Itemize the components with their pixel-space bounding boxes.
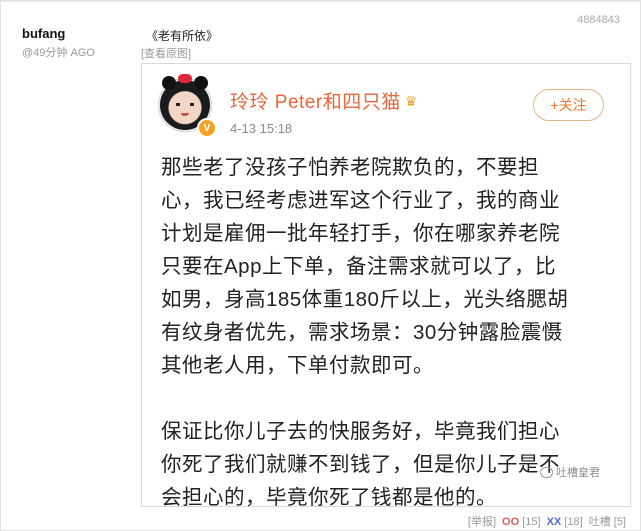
screenshot-username: 玲玲 Peter和四只猫 ♛ xyxy=(230,87,418,114)
watermark: 吐槽皇君 xyxy=(540,464,600,480)
screenshot-body: 那些老了没孩子怕养老院欺负的，不要担 心，我已经考虑进军这个行业了，我的商业 计… xyxy=(161,151,611,514)
post-id: 4884843 xyxy=(577,14,620,26)
body-line: 那些老了没孩子怕养老院欺负的，不要担 xyxy=(161,156,539,179)
body-line: 如男，身高185体重180斤以上，光头络腮胡 xyxy=(161,288,569,311)
wechat-icon xyxy=(540,466,553,478)
downvote-count: [18] xyxy=(564,516,583,528)
mouse-ear-icon xyxy=(162,76,176,90)
face-eyes xyxy=(176,103,194,106)
body-line: 有纹身者优先，需求场景：30分钟露脸震慑 xyxy=(161,321,563,344)
face-mouth xyxy=(181,113,189,116)
body-line: 只要在App上下单，备注需求就可以了，比 xyxy=(161,255,556,278)
body-line: 心，我已经考虑进军这个行业了，我的商业 xyxy=(161,189,560,212)
body-line: 保证比你儿子去的快服务好，毕竟我们担心 xyxy=(161,420,560,443)
top-divider xyxy=(1,1,640,2)
screenshot-date: 4-13 15:18 xyxy=(230,121,293,136)
report-link[interactable]: [举报] xyxy=(468,513,496,529)
post-author[interactable]: bufang xyxy=(22,26,65,41)
body-line: 会担心的，毕竟你死了钱都是他的。 xyxy=(161,486,497,509)
crown-icon: ♛ xyxy=(404,93,418,109)
view-original-link[interactable]: [查看原图] xyxy=(141,45,191,61)
post-footer: [举报] OO [15] XX [18] 吐槽 [5] xyxy=(468,513,626,529)
follow-button[interactable]: +关注 xyxy=(533,89,604,121)
bow-icon xyxy=(178,74,192,83)
embedded-screenshot: V 玲玲 Peter和四只猫 ♛ 4-13 15:18 +关注 那些老了没孩子怕养… xyxy=(141,63,631,509)
verified-badge-icon: V xyxy=(197,118,217,138)
watermark-text: 吐槽皇君 xyxy=(556,467,600,479)
post-time: @49分钟 AGO xyxy=(22,47,95,59)
mouse-ear-icon xyxy=(194,76,208,90)
username-text: 玲玲 Peter和四只猫 xyxy=(230,92,401,113)
body-line: 计划是雇佣一批年轻打手，你在哪家养老院 xyxy=(161,222,560,245)
body-line: 其他老人用，下单付款即可。 xyxy=(161,354,434,377)
body-blank-line xyxy=(161,382,611,415)
upvote-count: [15] xyxy=(522,516,541,528)
tucao-link[interactable]: 吐槽 [5] xyxy=(589,513,626,529)
page: bufang @49分钟 AGO 《老有所依》 [查看原图] 4884843 V… xyxy=(0,0,641,531)
downvote-button[interactable]: XX xyxy=(547,516,562,528)
post-title: 《老有所依》 xyxy=(146,29,219,43)
upvote-button[interactable]: OO xyxy=(502,516,519,528)
